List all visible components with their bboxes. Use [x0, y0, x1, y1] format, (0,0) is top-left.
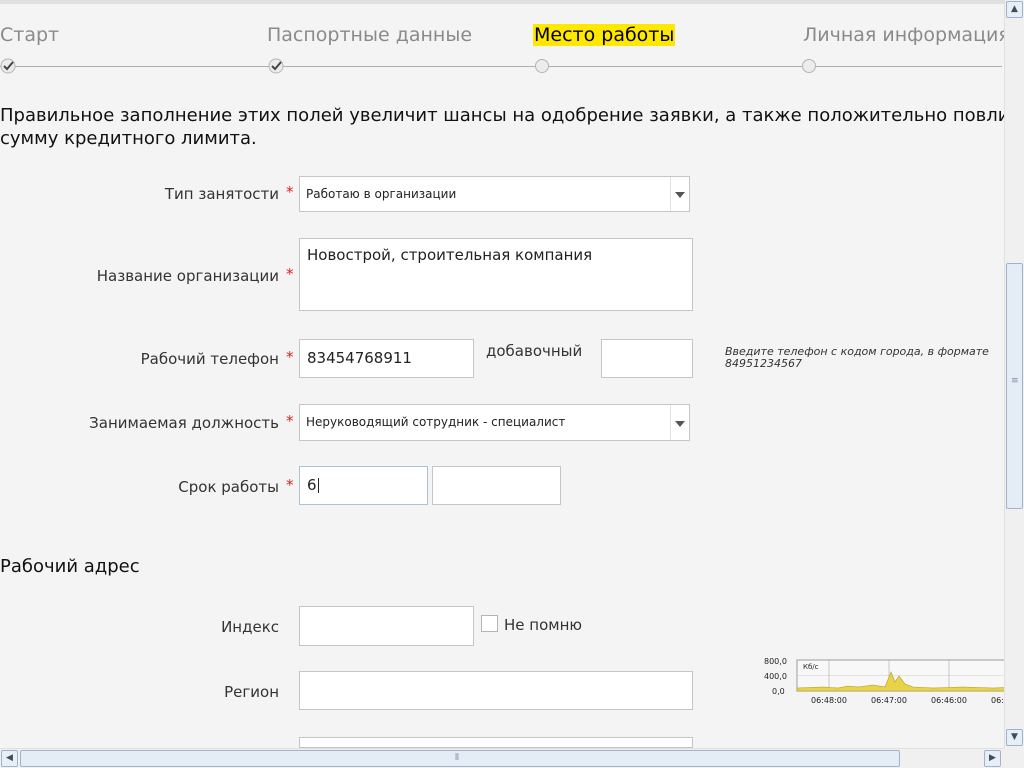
step-start-check-icon	[0, 58, 16, 74]
required-mark: *	[286, 476, 294, 494]
scroll-up-button[interactable]: ▲	[1006, 1, 1023, 18]
required-mark: *	[286, 412, 294, 430]
position-select[interactable]: Неруководящий сотрудник - специалист	[299, 404, 690, 441]
work-phone-input[interactable]: 83454768911	[299, 339, 474, 378]
scroll-right-button[interactable]: ▶	[984, 750, 1001, 767]
vertical-scroll-thumb[interactable]: ≡	[1006, 263, 1023, 509]
step-passport-label[interactable]: Паспортные данные	[267, 24, 472, 46]
graph-xtick-2: 06:47:00	[871, 696, 907, 705]
graph-unit: Кб/с	[803, 663, 819, 671]
graph-xtick-3: 06:46:00	[931, 696, 967, 705]
dont-remember-label[interactable]: Не помню	[504, 616, 582, 634]
position-value: Неруководящий сотрудник - специалист	[306, 415, 566, 429]
graph-ytick-2: 400,0	[764, 672, 787, 681]
graph-xtick-1: 06:48:00	[811, 696, 847, 705]
chevron-down-icon[interactable]	[670, 177, 689, 211]
horizontal-scrollbar[interactable]: ◀ ⦀ ▶	[0, 748, 1004, 768]
intro-text: Правильное заполнение этих полей увеличи…	[0, 104, 1004, 150]
work-phone-label: Рабочий телефон	[140, 350, 279, 368]
top-border	[0, 0, 1004, 4]
phone-hint-line-2: 84951234567	[725, 357, 802, 370]
required-mark: *	[286, 265, 294, 283]
work-term-label: Срок работы	[178, 478, 279, 496]
org-name-label: Название организации	[96, 267, 279, 285]
scroll-left-button[interactable]: ◀	[1, 750, 18, 767]
index-input[interactable]	[299, 606, 474, 646]
region-input[interactable]	[299, 671, 693, 710]
required-mark: *	[286, 348, 294, 366]
extension-label: добавочный	[486, 342, 583, 360]
graph-ytick-1: 800,0	[764, 657, 787, 666]
step-start-label[interactable]: Старт	[0, 24, 59, 46]
next-address-input[interactable]	[299, 737, 693, 748]
work-term-months-input[interactable]	[432, 466, 561, 505]
org-name-textarea[interactable]: Новострой, строительная компания	[299, 238, 693, 311]
progress-line	[0, 66, 1002, 67]
work-address-title: Рабочий адрес	[0, 556, 140, 577]
graph-ytick-3: 0,0	[772, 687, 785, 696]
network-monitor-graph: 800,0 400,0 0,0 Кб/с 06:48:00 06:47:00 0…	[764, 657, 1024, 705]
employment-type-value: Работаю в организации	[306, 187, 457, 201]
required-mark: *	[286, 183, 294, 201]
step-personal-dot	[802, 59, 816, 73]
text-caret	[317, 478, 319, 493]
intro-line-1: Правильное заполнение этих полей увеличи…	[0, 105, 1004, 126]
position-label: Занимаемая должность	[89, 414, 279, 432]
chevron-down-icon[interactable]	[670, 405, 689, 440]
step-workplace-dot	[535, 59, 549, 73]
dont-remember-checkbox[interactable]	[481, 615, 498, 632]
scrollbar-corner	[1004, 748, 1024, 768]
step-workplace-label: Место работы	[533, 24, 676, 46]
intro-line-2: сумму кредитного лимита.	[0, 128, 257, 149]
horizontal-scroll-thumb[interactable]: ⦀	[20, 750, 900, 767]
step-personal-label[interactable]: Личная информация	[803, 24, 1010, 46]
employment-type-select[interactable]: Работаю в организации	[299, 176, 690, 212]
vertical-scrollbar[interactable]: ▲ ≡ ▼	[1004, 0, 1024, 748]
step-passport-check-icon	[268, 58, 284, 74]
grip-icon: ≡	[1011, 376, 1019, 386]
phone-hint: Введите телефон с кодом города, в формат…	[725, 346, 1004, 370]
extension-input[interactable]	[601, 339, 693, 378]
employment-type-label: Тип занятости	[164, 185, 279, 203]
region-label: Регион	[224, 683, 279, 701]
work-term-years-input[interactable]: 6	[299, 466, 428, 505]
work-term-years-value: 6	[307, 476, 317, 494]
index-label: Индекс	[221, 618, 279, 636]
scroll-down-button[interactable]: ▼	[1006, 729, 1023, 746]
grip-icon: ⦀	[455, 753, 459, 763]
